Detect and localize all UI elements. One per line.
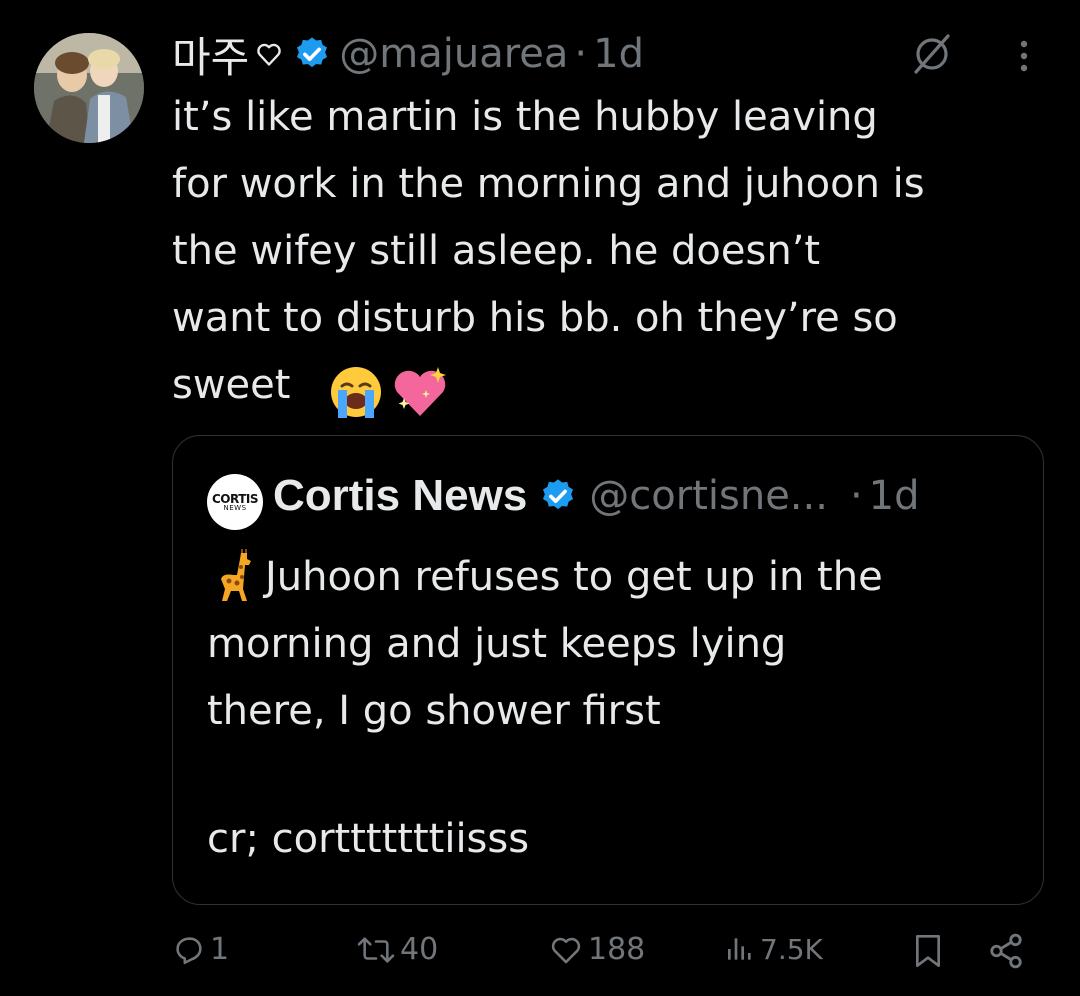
separator-dot: · — [849, 473, 863, 519]
repost-count: 40 — [400, 932, 439, 967]
bookmark-icon — [916, 935, 940, 968]
views-icon — [728, 938, 751, 960]
tweet-text-line: want to disturb his bb. oh they’re so — [172, 295, 898, 341]
bookmark-button[interactable] — [912, 932, 944, 970]
sparkling-heart-icon — [394, 367, 446, 416]
quoted-author-name[interactable]: Cortis News — [273, 471, 527, 521]
quoted-tweet-body: Juhoon refuses to get up in the morning … — [207, 554, 883, 734]
verified-icon — [293, 35, 331, 73]
author-handle[interactable]: @majuarea — [339, 31, 568, 77]
quoted-author-handle[interactable]: @cortisne... — [589, 473, 828, 519]
loudly-crying-face-icon — [331, 367, 381, 418]
tweet-text: it’s like martin is the hubby leaving for… — [172, 84, 1052, 419]
author-avatar[interactable] — [34, 33, 144, 143]
like-button[interactable]: 188 — [548, 932, 645, 967]
more-icon[interactable] — [1008, 36, 1040, 76]
quoted-tweet-text: Juhoon refuses to get up in the morning … — [207, 544, 1007, 745]
share-button[interactable] — [986, 932, 1026, 970]
quoted-tweet[interactable]: CORTIS NEWS Cortis News @cortisne... · 1… — [172, 435, 1044, 905]
share-icon — [990, 933, 1022, 969]
repost-button[interactable]: 40 — [356, 932, 438, 967]
tweet-text-line: it’s like martin is the hubby leaving — [172, 94, 878, 140]
separator-dot: · — [574, 31, 588, 77]
quoted-tweet-credit: cr; cortttttttiisss — [207, 816, 530, 862]
grok-icon[interactable] — [908, 30, 956, 78]
heart-outline-icon — [255, 40, 283, 68]
reply-count: 1 — [210, 932, 230, 967]
tweet-text-line: sweet — [172, 362, 291, 408]
views-button[interactable]: 7.5K — [724, 932, 823, 966]
tweet-text-line: the wifey still asleep. he doesn’t — [172, 228, 821, 274]
reply-button[interactable]: 1 — [172, 932, 229, 967]
tweet-text-line: for work in the morning and juhoon is — [172, 161, 925, 207]
like-icon — [551, 937, 581, 963]
quoted-tweet-header: Cortis News @cortisne... · 1d — [273, 466, 920, 526]
tweet-time[interactable]: 1d — [593, 31, 644, 77]
repost-icon — [357, 936, 395, 963]
views-count: 7.5K — [760, 932, 823, 966]
quoted-author-avatar[interactable]: CORTIS NEWS — [207, 474, 263, 530]
quoted-avatar-logo: CORTIS — [211, 491, 259, 506]
action-bar: 1 40 188 7.5K — [0, 920, 1080, 990]
quoted-avatar-logo-sub: NEWS — [223, 503, 247, 512]
quoted-tweet-time[interactable]: 1d — [869, 473, 920, 519]
author-name[interactable]: 마주 — [172, 24, 249, 85]
emoji-row — [328, 364, 450, 420]
tweet-header: 마주 @majuarea · 1d — [172, 24, 644, 84]
verified-icon — [539, 477, 577, 515]
like-count: 188 — [588, 932, 646, 967]
reply-icon — [176, 936, 202, 964]
